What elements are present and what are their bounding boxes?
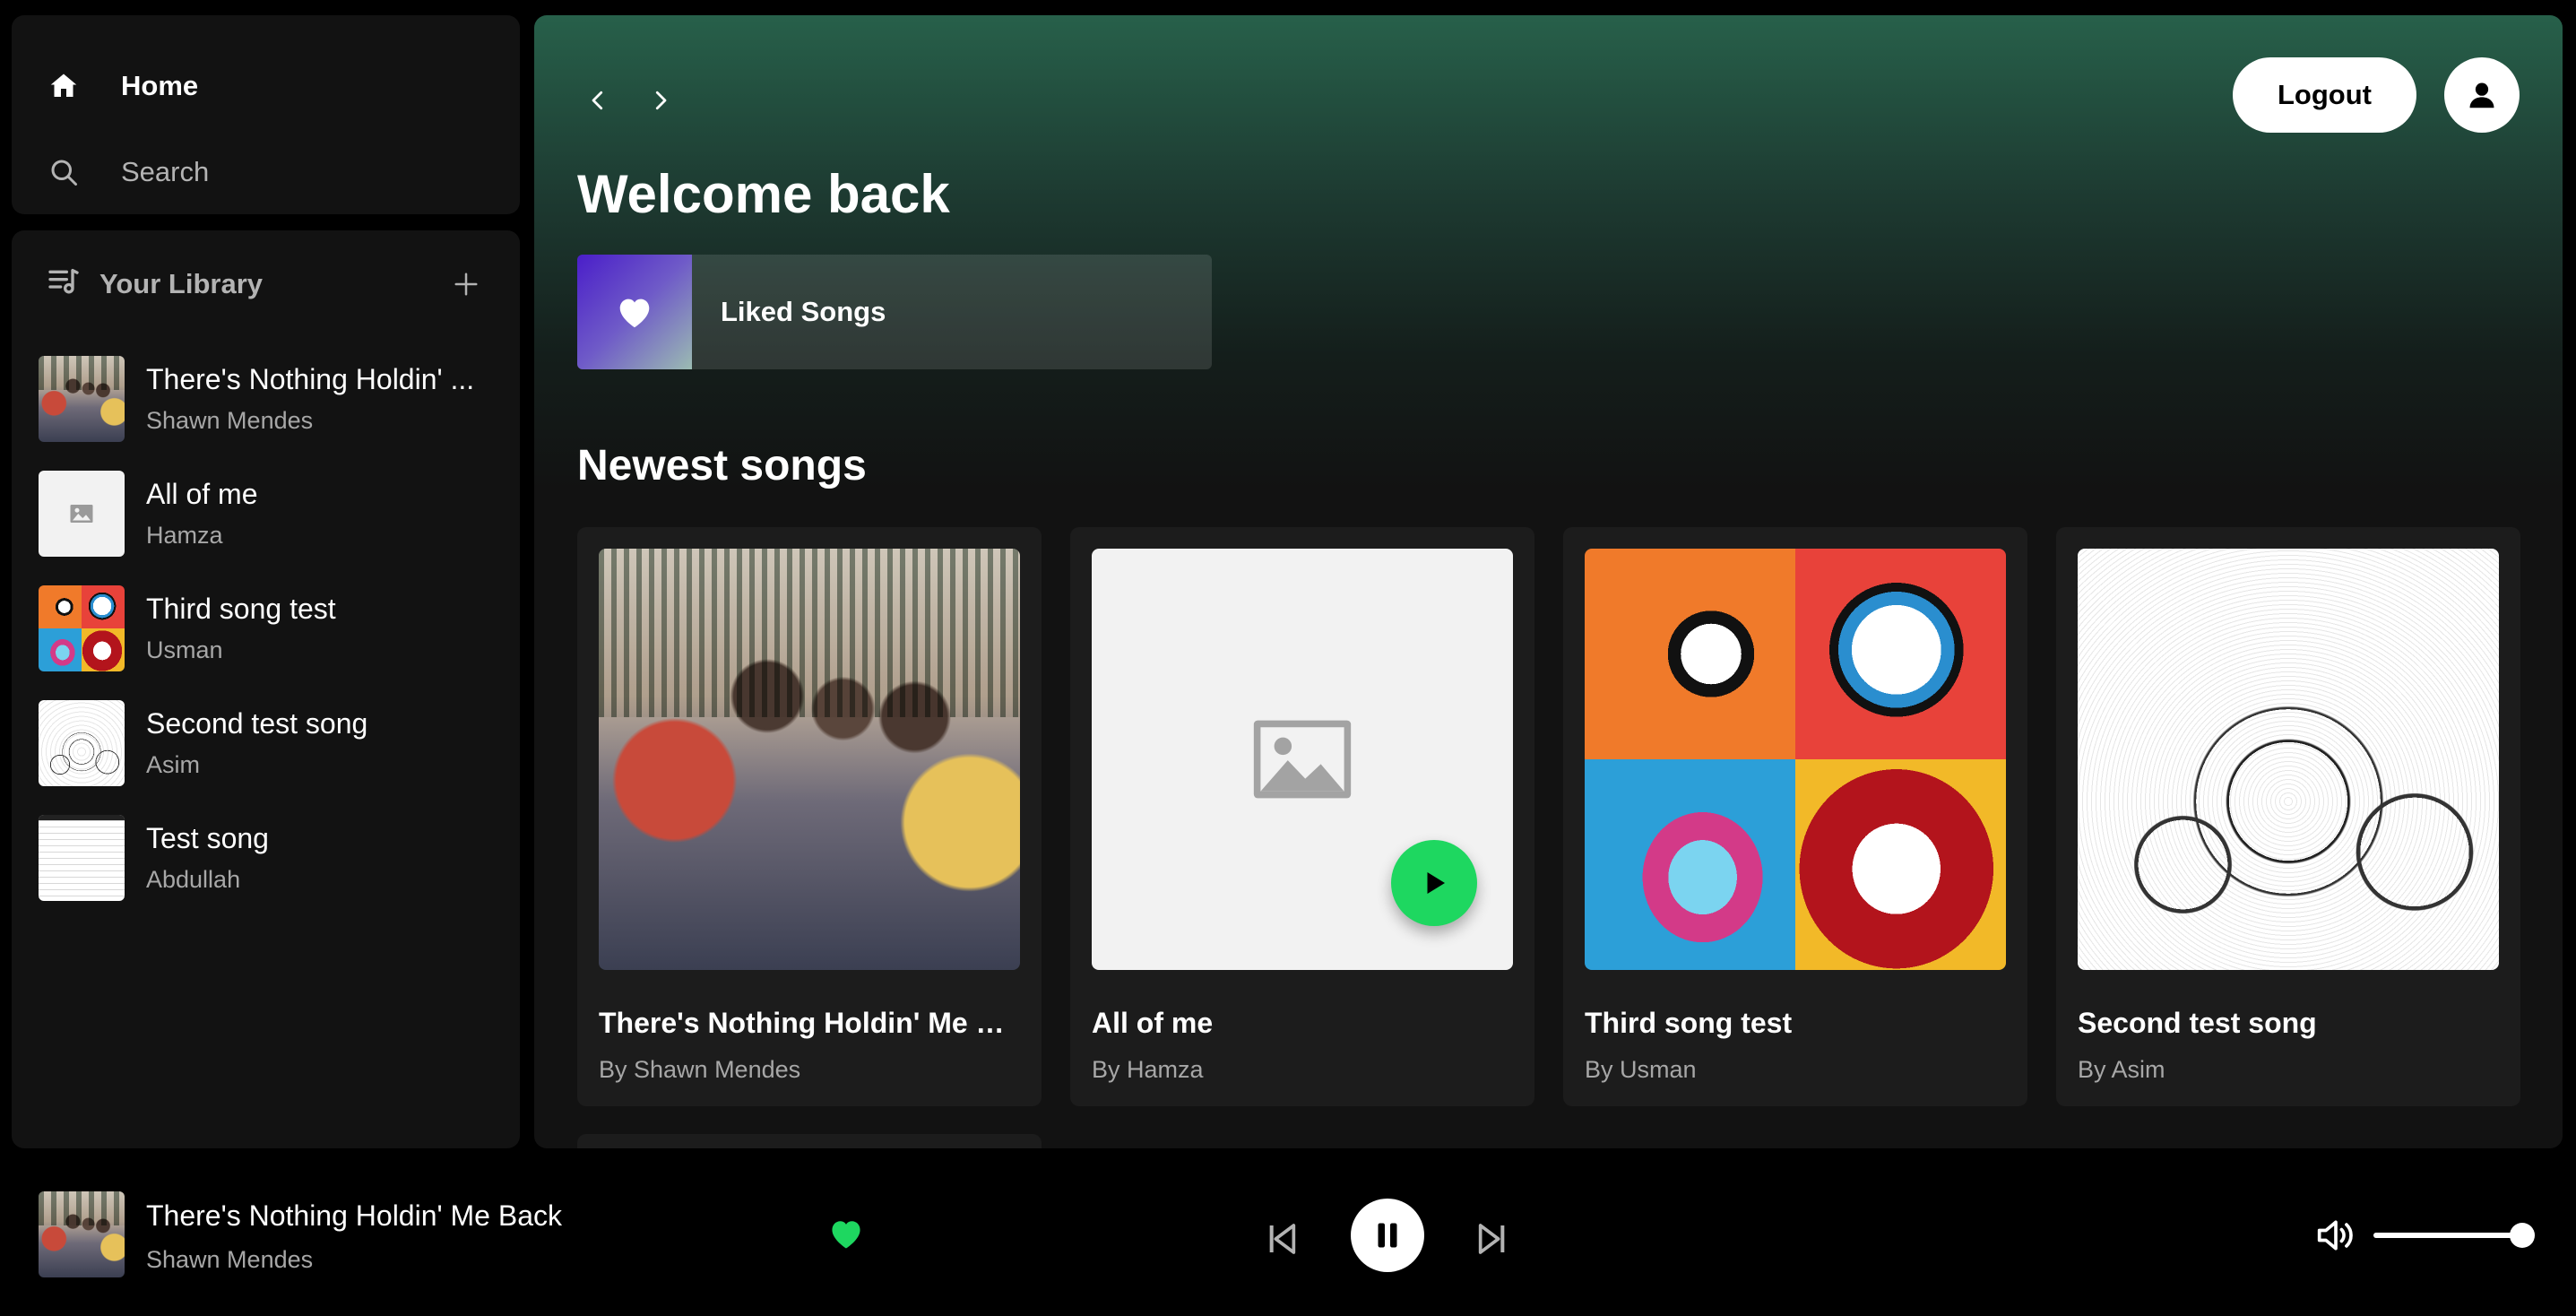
play-icon <box>1427 872 1445 894</box>
nav-search[interactable]: Search <box>48 145 209 199</box>
library-item-artist: Usman <box>146 636 223 663</box>
user-profile-button[interactable] <box>2444 57 2520 133</box>
page-title: Welcome back <box>577 164 950 224</box>
song-card-title: Third song test <box>1585 1007 1793 1039</box>
song-cover <box>2078 549 2499 970</box>
song-artwork <box>39 356 125 442</box>
song-card[interactable]: Second test song By Asim <box>2056 527 2520 1106</box>
now-playing-artist: Shawn Mendes <box>146 1246 314 1273</box>
song-artwork <box>39 815 125 901</box>
like-button[interactable] <box>826 1214 866 1253</box>
volume-slider-handle[interactable] <box>2510 1223 2535 1248</box>
song-card-artist: By Usman <box>1585 1056 1697 1083</box>
nav-home[interactable]: Home <box>48 59 198 113</box>
player-bar: There's Nothing Holdin' Me Back Shawn Me… <box>0 1160 2576 1316</box>
user-icon <box>2469 82 2494 108</box>
library-item[interactable]: All of me Hamza <box>39 456 493 571</box>
library-item-title: Test song <box>146 822 269 854</box>
song-card[interactable] <box>577 1134 1042 1148</box>
song-card[interactable]: There's Nothing Holdin' Me Ba... By Shaw… <box>577 527 1042 1106</box>
volume-slider[interactable] <box>2373 1223 2535 1248</box>
song-artwork <box>39 700 125 786</box>
play-pause-button[interactable] <box>1351 1199 1424 1272</box>
library-item[interactable]: Test song Abdullah <box>39 801 493 915</box>
add-to-library-button[interactable] <box>446 264 486 304</box>
back-button[interactable] <box>575 78 620 123</box>
nav-home-label: Home <box>121 70 199 101</box>
song-card-artist: By Shawn Mendes <box>599 1056 801 1083</box>
chevron-right-icon <box>655 91 667 110</box>
song-card[interactable]: All of me By Hamza <box>1070 527 1534 1106</box>
image-placeholder-icon <box>1253 720 1352 799</box>
library-item-artist: Abdullah <box>146 866 241 893</box>
sidebar-nav: Home Search <box>12 15 520 214</box>
library-icon[interactable] <box>46 264 82 305</box>
play-button[interactable] <box>1391 840 1477 926</box>
now-playing-artwork <box>39 1191 125 1277</box>
plus-icon <box>454 273 478 296</box>
library-item-artist: Shawn Mendes <box>146 407 314 434</box>
song-cover <box>1585 549 2006 970</box>
volume-icon[interactable] <box>2314 1216 2359 1255</box>
home-icon <box>48 59 101 113</box>
previous-track-button[interactable] <box>1259 1216 1304 1261</box>
liked-songs-card[interactable]: Liked Songs <box>577 255 1212 369</box>
library-item-artist: Asim <box>146 751 200 778</box>
song-card-artist: By Asim <box>2078 1056 2165 1083</box>
heart-icon <box>619 299 650 328</box>
song-artwork <box>39 585 125 671</box>
image-placeholder-icon <box>70 505 93 523</box>
song-card-artist: By Hamza <box>1092 1056 1204 1083</box>
newest-songs-heading: Newest songs <box>577 442 867 489</box>
library-item[interactable]: There's Nothing Holdin' ... Shawn Mendes <box>39 342 493 456</box>
chevron-left-icon <box>592 91 603 110</box>
heart-icon <box>832 1221 860 1249</box>
library-header: Your Library <box>46 257 486 311</box>
now-playing-title: There's Nothing Holdin' Me Back <box>146 1199 562 1232</box>
song-card[interactable]: Third song test By Usman <box>1563 527 2027 1106</box>
song-artwork <box>39 471 125 557</box>
song-card-title: Second test song <box>2078 1007 2317 1039</box>
library-panel: Your Library There's Nothing Holdin' ...… <box>12 230 520 1148</box>
main-content: Logout Welcome back Liked Songs Newest s… <box>534 15 2563 1148</box>
library-title: Your Library <box>99 268 264 299</box>
library-item-title: Second test song <box>146 707 368 740</box>
forward-button[interactable] <box>638 78 683 123</box>
library-item[interactable]: Third song test Usman <box>39 571 493 686</box>
library-item-artist: Hamza <box>146 522 223 549</box>
volume-slider-fill <box>2373 1233 2522 1238</box>
song-card-title: There's Nothing Holdin' Me Ba... <box>599 1007 1020 1039</box>
song-card-title: All of me <box>1092 1007 1214 1039</box>
library-item[interactable]: Second test song Asim <box>39 686 493 801</box>
skip-previous-icon <box>1269 1224 1296 1254</box>
library-item-title: There's Nothing Holdin' ... <box>146 363 475 395</box>
liked-songs-label: Liked Songs <box>721 296 886 327</box>
skip-next-icon <box>1478 1224 1505 1254</box>
app-window: Home Search Your Library There's Nothing… <box>0 0 2576 1316</box>
song-cover <box>599 549 1020 970</box>
library-list: There's Nothing Holdin' ... Shawn Mendes… <box>39 342 493 915</box>
library-item-title: Third song test <box>146 593 336 625</box>
library-item-title: All of me <box>146 478 258 510</box>
logout-button[interactable]: Logout <box>2233 57 2416 133</box>
next-track-button[interactable] <box>1470 1216 1515 1261</box>
search-icon <box>48 145 101 199</box>
liked-songs-artwork <box>577 255 692 369</box>
nav-search-label: Search <box>121 156 210 187</box>
pause-icon <box>1378 1223 1397 1248</box>
